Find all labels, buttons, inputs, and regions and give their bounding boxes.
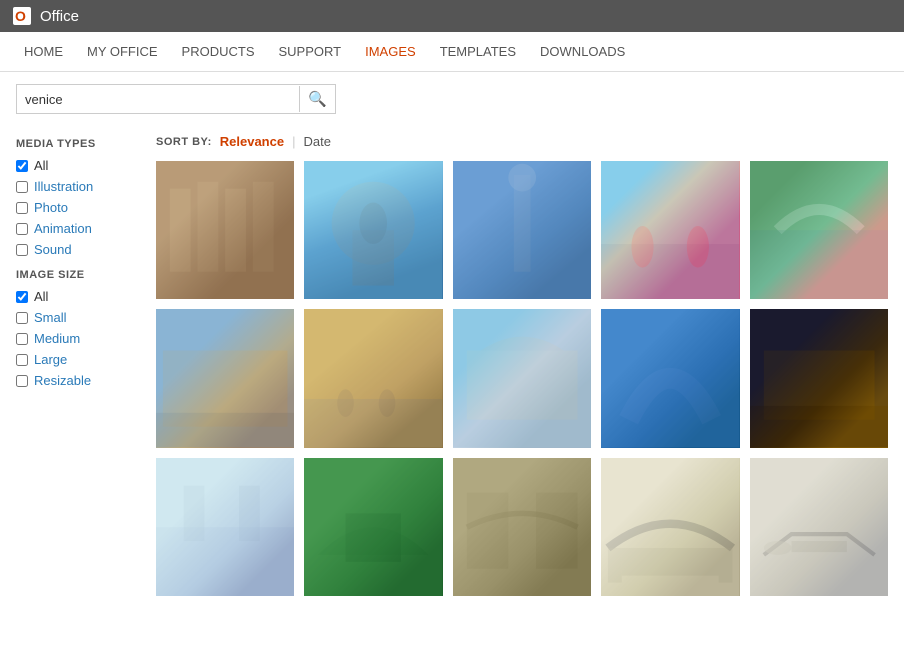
search-button[interactable]: 🔍 [299,86,335,112]
filter-sound-checkbox[interactable] [16,244,28,256]
image-item-5[interactable] [750,161,888,299]
image-item-10[interactable] [750,309,888,447]
image-item-14[interactable] [601,458,739,596]
filter-large[interactable]: Large [16,352,140,367]
image-item-9[interactable] [601,309,739,447]
main-nav: HOME MY OFFICE PRODUCTS SUPPORT IMAGES T… [0,32,904,72]
results-content: SORT BY: Relevance | Date [156,134,888,596]
search-bar: 🔍 [0,72,904,126]
nav-item-myoffice[interactable]: MY OFFICE [75,32,170,72]
filter-photo-checkbox[interactable] [16,202,28,214]
image-item-13[interactable] [453,458,591,596]
filter-photo-label: Photo [34,200,68,215]
image-item-15[interactable] [750,458,888,596]
svg-text:O: O [15,8,26,24]
office-logo-icon: O [12,6,32,26]
filter-sound-label: Sound [34,242,72,257]
filter-illustration-checkbox[interactable] [16,181,28,193]
filter-size-all[interactable]: All [16,289,140,304]
search-icon: 🔍 [308,91,327,108]
filter-all[interactable]: All [16,158,140,173]
filter-all-label: All [34,158,48,173]
filter-illustration-label: Illustration [34,179,93,194]
filter-resizable-checkbox[interactable] [16,375,28,387]
search-wrapper: 🔍 [16,84,336,114]
filter-size-all-checkbox[interactable] [16,291,28,303]
image-item-6[interactable] [156,309,294,447]
nav-item-products[interactable]: PRODUCTS [170,32,267,72]
filter-medium-label: Medium [34,331,80,346]
filter-all-checkbox[interactable] [16,160,28,172]
image-item-11[interactable] [156,458,294,596]
image-item-12[interactable] [304,458,442,596]
filter-small[interactable]: Small [16,310,140,325]
search-input[interactable] [17,88,299,111]
app-header: O Office [0,0,904,32]
image-item-2[interactable] [304,161,442,299]
image-item-1[interactable] [156,161,294,299]
nav-item-downloads[interactable]: DOWNLOADS [528,32,637,72]
nav-item-templates[interactable]: TEMPLATES [428,32,528,72]
image-size-title: IMAGE SIZE [16,269,140,281]
image-item-8[interactable] [453,309,591,447]
filter-illustration[interactable]: Illustration [16,179,140,194]
sort-bar: SORT BY: Relevance | Date [156,134,888,149]
filter-small-checkbox[interactable] [16,312,28,324]
filter-animation-label: Animation [34,221,92,236]
filter-size-all-label: All [34,289,48,304]
sort-relevance[interactable]: Relevance [220,134,284,149]
filter-resizable-label: Resizable [34,373,91,388]
app-title: Office [40,8,79,25]
filter-large-checkbox[interactable] [16,354,28,366]
filter-sound[interactable]: Sound [16,242,140,257]
nav-item-images[interactable]: IMAGES [353,32,428,72]
image-grid [156,161,888,596]
main-content: MEDIA TYPES All Illustration Photo Anima… [0,126,904,604]
filter-resizable[interactable]: Resizable [16,373,140,388]
image-item-7[interactable] [304,309,442,447]
filter-photo[interactable]: Photo [16,200,140,215]
filter-animation[interactable]: Animation [16,221,140,236]
image-item-4[interactable] [601,161,739,299]
image-item-3[interactable] [453,161,591,299]
filter-animation-checkbox[interactable] [16,223,28,235]
nav-item-home[interactable]: HOME [12,32,75,72]
filter-large-label: Large [34,352,67,367]
media-types-title: MEDIA TYPES [16,138,140,150]
sort-date[interactable]: Date [303,134,330,149]
filter-small-label: Small [34,310,67,325]
filter-medium[interactable]: Medium [16,331,140,346]
sidebar: MEDIA TYPES All Illustration Photo Anima… [16,134,156,596]
filter-medium-checkbox[interactable] [16,333,28,345]
nav-item-support[interactable]: SUPPORT [267,32,354,72]
sort-label: SORT BY: [156,136,212,148]
sort-divider: | [292,134,295,149]
